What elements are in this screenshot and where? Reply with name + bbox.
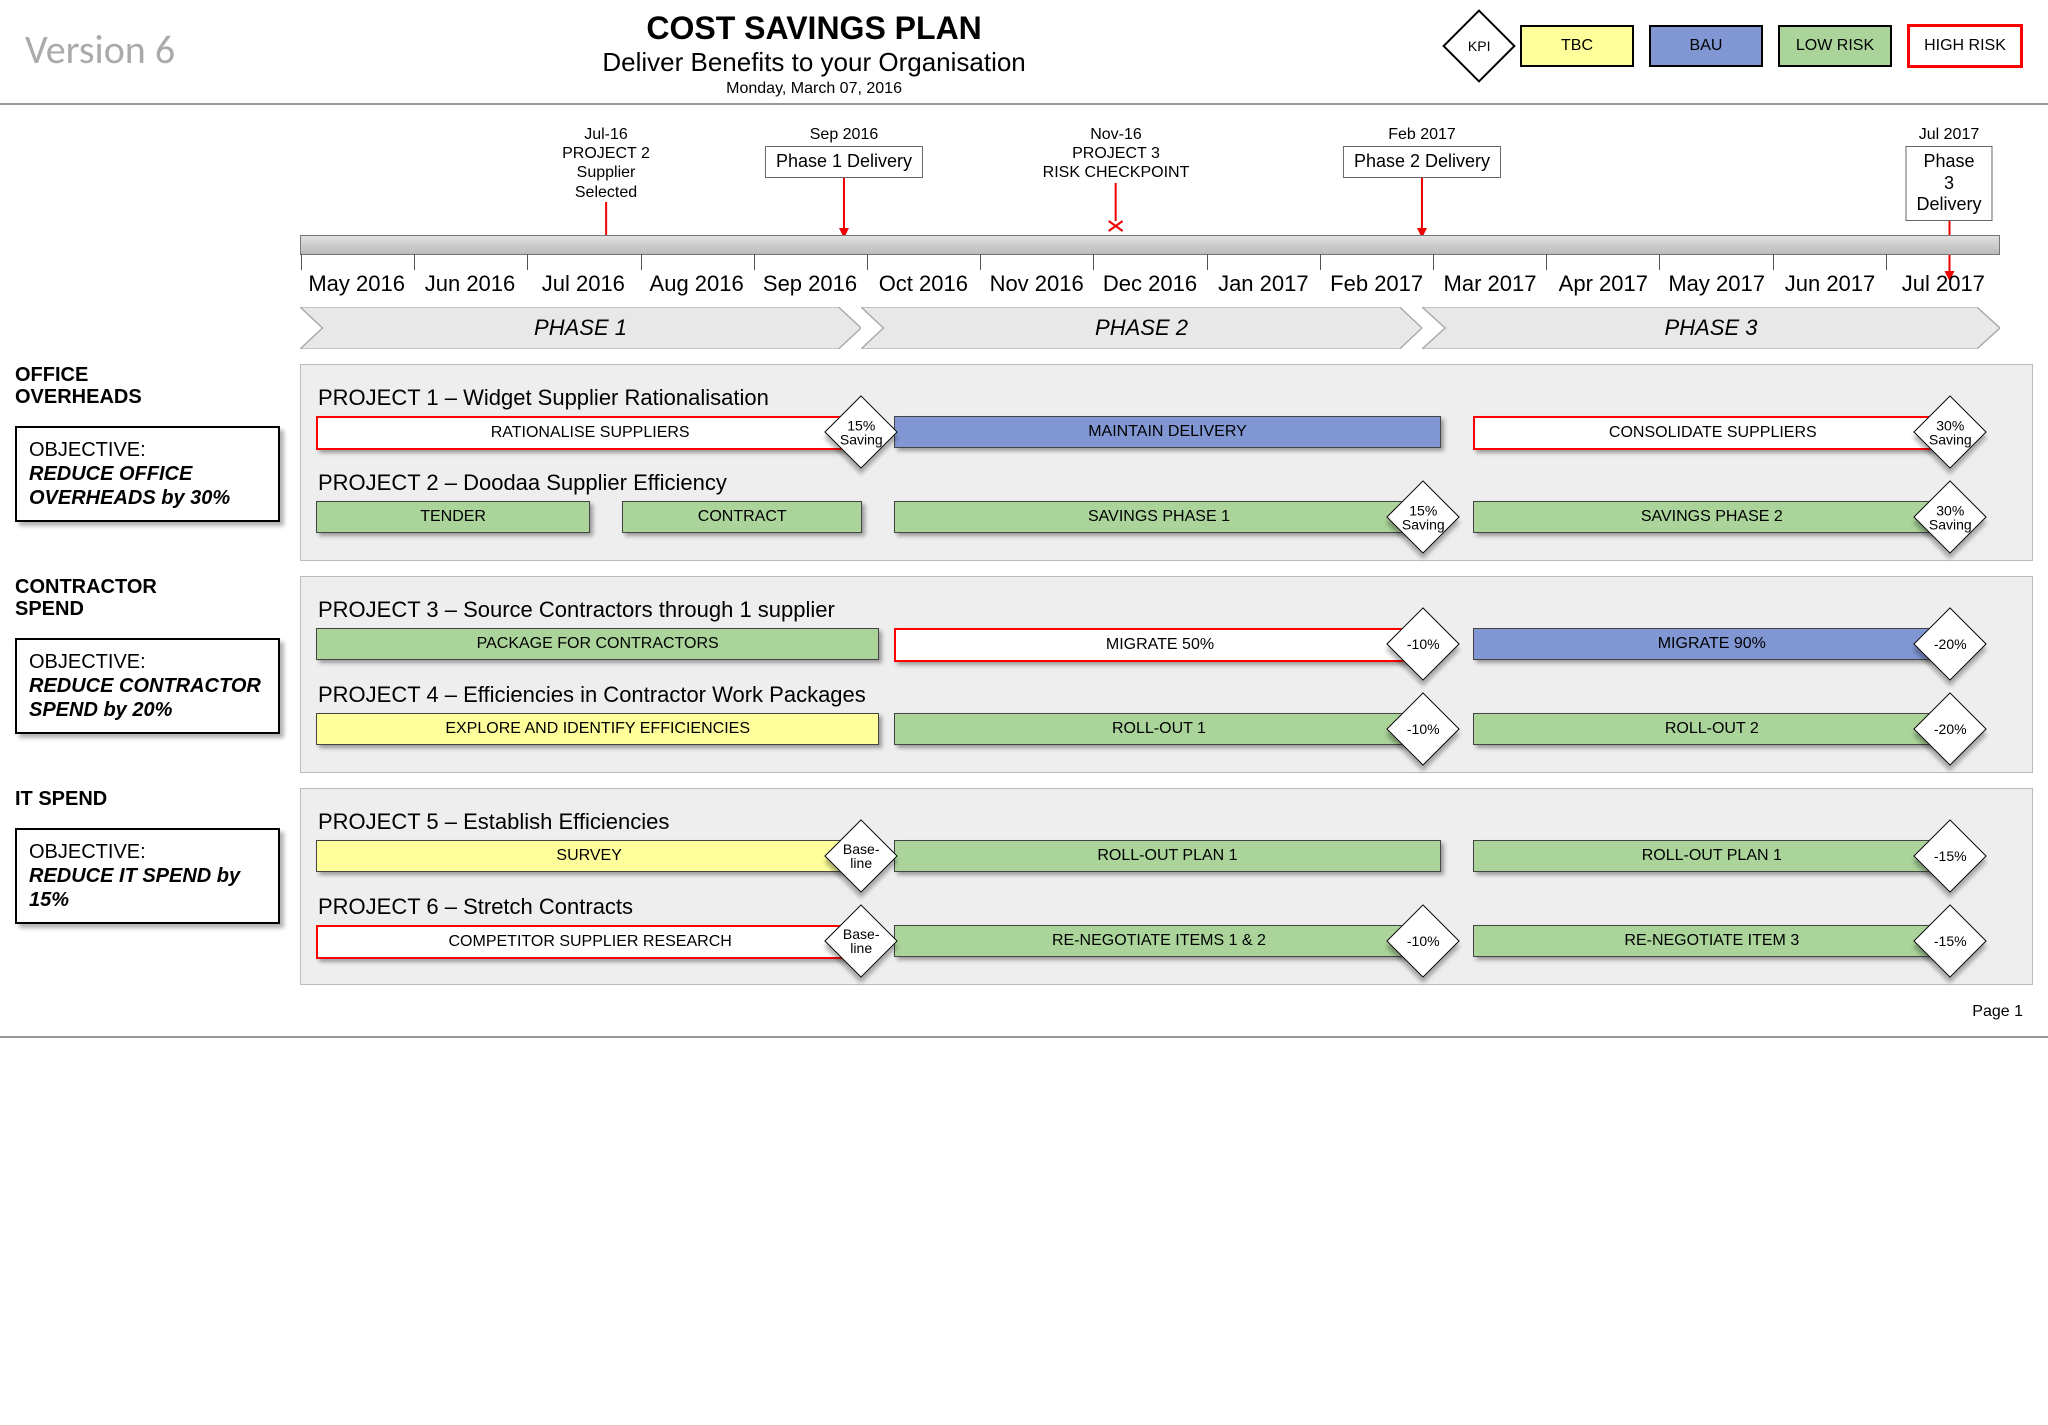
project-row: PACKAGE FOR CONTRACTORS MIGRATE 50% MIGRAT… <box>316 628 2017 662</box>
phase-arrow: PHASE 3 <box>1422 307 2000 349</box>
project-row: COMPETITOR SUPPLIER RESEARCH RE-NEGOTIATE… <box>316 925 2017 959</box>
page-footer: Page 1 <box>0 995 2048 1038</box>
project-label: PROJECT 5 – Establish Efficiencies <box>318 809 2017 835</box>
project-label: PROJECT 3 – Source Contractors through 1… <box>318 597 2017 623</box>
gantt-bar: COMPETITOR SUPPLIER RESEARCH <box>316 925 864 959</box>
section: IT SPEND OBJECTIVE:REDUCE IT SPEND by 15… <box>15 788 2033 985</box>
month-label: Mar 2017 <box>1444 271 1537 297</box>
month-label: Jun 2016 <box>425 271 516 297</box>
legend-low-risk: LOW RISK <box>1778 25 1892 67</box>
gantt-bar: CONTRACT <box>622 501 862 533</box>
legend-bau: BAU <box>1649 25 1763 67</box>
gantt-bar: TENDER <box>316 501 590 533</box>
project-row: TENDER CONTRACT SAVINGS PHASE 1 SAVINGS PHA… <box>316 501 2017 535</box>
section-title: OFFICEOVERHEADS <box>15 364 280 408</box>
gantt-bar: ROLL-OUT 2 <box>1473 713 1951 745</box>
objective-box: OBJECTIVE:REDUCE CONTRACTOR SPEND by 20% <box>15 638 280 734</box>
gantt-bar: ROLL-OUT PLAN 1 <box>894 840 1440 872</box>
timeline: Jul-16PROJECT 2SupplierSelectedSep 2016P… <box>300 125 2000 349</box>
phase-row: PHASE 1PHASE 2PHASE 3 <box>300 307 2000 349</box>
month-label: May 2016 <box>308 271 405 297</box>
gantt-bar: RE-NEGOTIATE ITEM 3 <box>1473 925 1951 957</box>
legend-high-risk: HIGH RISK <box>1907 24 2023 68</box>
section-title: CONTRACTORSPEND <box>15 576 280 620</box>
version-label: Version 6 <box>25 25 175 74</box>
gantt-bar: RE-NEGOTIATE ITEMS 1 & 2 <box>894 925 1423 957</box>
legend-kpi: KPI <box>1442 9 1516 83</box>
month-label: Nov 2016 <box>990 271 1084 297</box>
timeline-labels: May 2016 Jun 2016 Jul 2016 Aug 2016 Sep 2016… <box>300 271 2000 301</box>
month-label: Apr 2017 <box>1559 271 1648 297</box>
milestone: Nov-16PROJECT 3RISK CHECKPOINT <box>1043 125 1190 233</box>
header-date: Monday, March 07, 2016 <box>175 80 1453 98</box>
project-label: PROJECT 2 – Doodaa Supplier Efficiency <box>318 470 2017 496</box>
section-content: PROJECT 5 – Establish Efficiencies SURVEY… <box>300 788 2033 985</box>
gantt-bar: ROLL-OUT 1 <box>894 713 1423 745</box>
section: CONTRACTORSPEND OBJECTIVE:REDUCE CONTRAC… <box>15 576 2033 773</box>
gantt-bar: MAINTAIN DELIVERY <box>894 416 1440 448</box>
project-row: RATIONALISE SUPPLIERS MAINTAIN DELIVERY CO… <box>316 416 2017 450</box>
project-label: PROJECT 1 – Widget Supplier Rationalisat… <box>318 385 2017 411</box>
legend: KPI TBC BAU LOW RISK HIGH RISK <box>1453 20 2023 72</box>
section: OFFICEOVERHEADS OBJECTIVE:REDUCE OFFICE … <box>15 364 2033 561</box>
objective-box: OBJECTIVE:REDUCE OFFICE OVERHEADS by 30% <box>15 426 280 522</box>
legend-tbc: TBC <box>1520 25 1634 67</box>
month-label: May 2017 <box>1668 271 1765 297</box>
month-label: Sep 2016 <box>763 271 857 297</box>
phase-arrow: PHASE 2 <box>861 307 1422 349</box>
subtitle: Deliver Benefits to your Organisation <box>175 47 1453 78</box>
milestones-row: Jul-16PROJECT 2SupplierSelectedSep 2016P… <box>300 125 2000 235</box>
timeline-axis <box>300 235 2000 255</box>
gantt-bar: PACKAGE FOR CONTRACTORS <box>316 628 879 660</box>
section-title: IT SPEND <box>15 788 280 810</box>
gantt-bar: MIGRATE 90% <box>1473 628 1951 660</box>
month-label: Oct 2016 <box>879 271 968 297</box>
milestone: Jul 2017Phase 3 Delivery <box>1905 125 1992 281</box>
phase-arrow: PHASE 1 <box>300 307 861 349</box>
month-label: Dec 2016 <box>1103 271 1197 297</box>
title: COST SAVINGS PLAN <box>175 10 1453 47</box>
month-label: Jul 2017 <box>1902 271 1985 297</box>
page-header: Version 6 COST SAVINGS PLAN Deliver Bene… <box>0 0 2048 105</box>
section-content: PROJECT 1 – Widget Supplier Rationalisat… <box>300 364 2033 561</box>
project-label: PROJECT 6 – Stretch Contracts <box>318 894 2017 920</box>
project-row: SURVEYROLL-OUT PLAN 1ROLL-OUT PLAN 1Base… <box>316 840 2017 874</box>
milestone: Sep 2016Phase 1 Delivery <box>765 125 923 238</box>
milestone: Feb 2017Phase 2 Delivery <box>1343 125 1501 238</box>
title-block: COST SAVINGS PLAN Deliver Benefits to yo… <box>175 10 1453 98</box>
milestone: Jul-16PROJECT 2SupplierSelected <box>562 125 650 252</box>
project-row: EXPLORE AND IDENTIFY EFFICIENCIES ROLL-OU… <box>316 713 2017 747</box>
project-label: PROJECT 4 – Efficiencies in Contractor W… <box>318 682 2017 708</box>
gantt-bar: ROLL-OUT PLAN 1 <box>1473 840 1951 872</box>
gantt-bar: CONSOLIDATE SUPPLIERS <box>1473 416 1953 450</box>
gantt-bar: EXPLORE AND IDENTIFY EFFICIENCIES <box>316 713 879 745</box>
month-label: Aug 2016 <box>650 271 744 297</box>
section-content: PROJECT 3 – Source Contractors through 1… <box>300 576 2033 773</box>
month-label: Feb 2017 <box>1330 271 1423 297</box>
gantt-bar: SURVEY <box>316 840 862 872</box>
month-label: Jul 2016 <box>542 271 625 297</box>
gantt-bar: SAVINGS PHASE 2 <box>1473 501 1951 533</box>
objective-box: OBJECTIVE:REDUCE IT SPEND by 15% <box>15 828 280 924</box>
month-label: Jun 2017 <box>1785 271 1876 297</box>
gantt-bar: RATIONALISE SUPPLIERS <box>316 416 864 450</box>
gantt-bar: MIGRATE 50% <box>894 628 1425 662</box>
gantt-bar: SAVINGS PHASE 1 <box>894 501 1423 533</box>
month-label: Jan 2017 <box>1218 271 1309 297</box>
